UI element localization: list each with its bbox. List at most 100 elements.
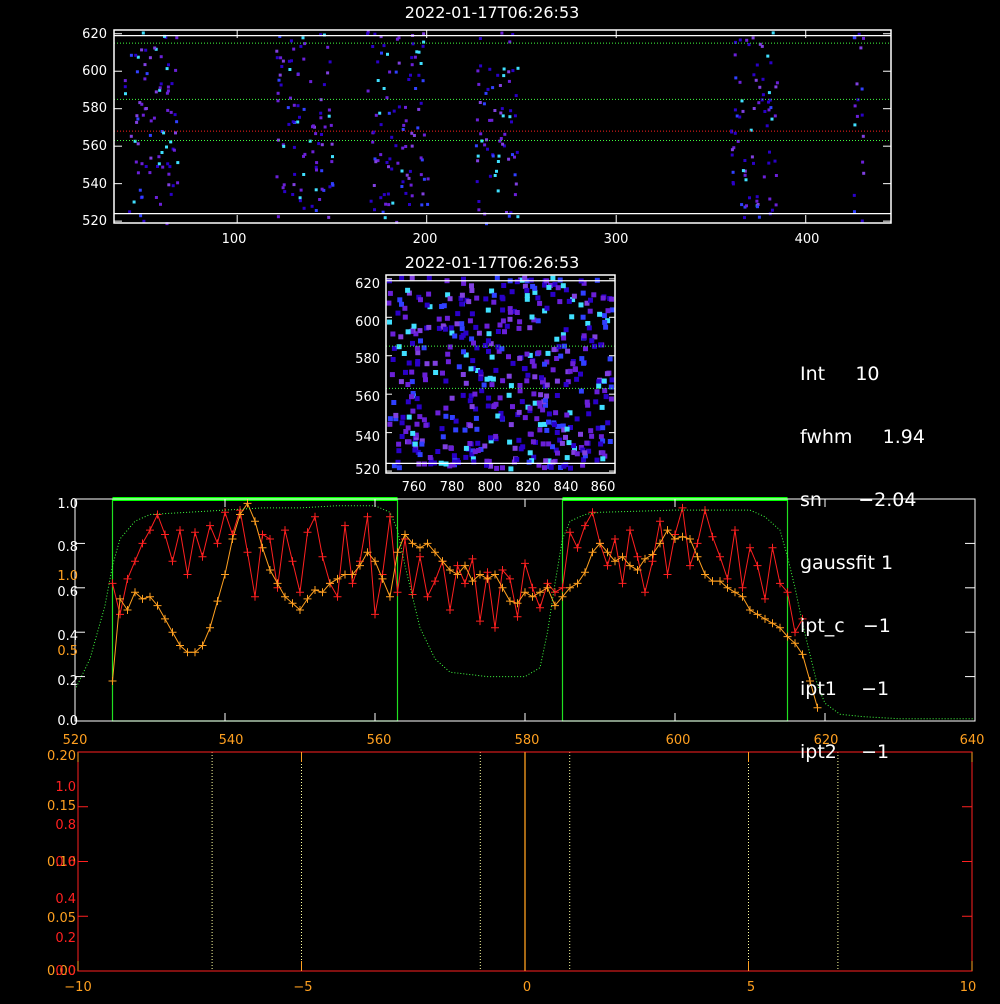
top-image-pixel: [510, 120, 513, 124]
mid-image-pixel: [444, 315, 450, 321]
top-image-pixel: [731, 170, 735, 174]
mid-image-pixel: [603, 394, 609, 400]
top-image-pixel: [861, 160, 865, 164]
mid-image-pixel: [424, 302, 430, 308]
mid-x-tick-label: 860: [591, 480, 616, 495]
top-image-pixel: [503, 132, 507, 136]
stat-row-ipt1: ipt1 −1: [800, 679, 925, 700]
stat-value: 1.94: [882, 426, 925, 448]
top-image-pixel: [161, 165, 165, 169]
top-image-pixel: [733, 131, 737, 135]
top-image-pixel: [422, 32, 426, 36]
stat-label: ipt_c: [800, 615, 845, 637]
top-image-pixel: [279, 83, 283, 87]
mid-image-pixel: [483, 296, 489, 302]
mid-image-pixel: [546, 419, 551, 425]
top-y-tick-label: 620: [82, 27, 107, 42]
top-image-pixel: [516, 66, 520, 70]
mid-y-tick-label: 580: [355, 352, 380, 367]
top-image-pixel: [862, 171, 866, 175]
bottom-y-tick-label-red: 0.0: [55, 964, 76, 979]
top-image-pixel: [740, 203, 744, 207]
mid-image-pixel: [461, 280, 467, 286]
mid-image-pixel: [550, 291, 556, 297]
mid-image-pixel: [488, 435, 493, 441]
top-image-pixel: [741, 109, 745, 113]
mid-image-pixel: [485, 307, 491, 313]
mid-image-pixel: [410, 340, 415, 346]
mid-image-pixel: [514, 310, 520, 315]
top-image-pixel: [159, 55, 163, 59]
top-image-pixel: [282, 144, 286, 148]
top-image-pixel: [293, 172, 297, 176]
top-image-pixel: [387, 111, 391, 115]
mid-image-pixel: [508, 466, 514, 472]
top-image-pixel: [314, 209, 318, 212]
mid-image-pixel: [517, 319, 523, 325]
top-image-pixel: [176, 181, 180, 185]
top-image-pixel: [314, 132, 318, 136]
profile-x-tick-label: 640: [960, 733, 985, 748]
mid-image-pixel: [405, 399, 411, 405]
top-image-pixel: [401, 146, 405, 150]
top-image-pixel: [477, 208, 481, 212]
top-image-pixel: [143, 77, 147, 81]
mid-image-pixel: [605, 308, 611, 314]
mid-image-pixel: [415, 350, 421, 356]
mid-image-pixel: [566, 298, 572, 304]
mid-image-pixel: [527, 325, 533, 331]
mid-image-pixel: [473, 415, 479, 421]
top-image-pixel: [382, 193, 386, 197]
mid-image-pixel: [485, 338, 491, 344]
mid-image-pixel: [387, 421, 393, 427]
top-image-title: 2022-01-17T06:26:53: [405, 3, 580, 22]
mid-image-pixel: [481, 382, 487, 388]
mid-image-pixel: [572, 367, 578, 373]
mid-image-pixel: [564, 412, 570, 418]
top-image-pixel: [281, 186, 285, 190]
mid-image-pixel: [522, 366, 528, 372]
mid-image-pixel: [500, 296, 506, 302]
top-image-pixel: [852, 36, 856, 40]
mid-image-pixel: [414, 396, 420, 402]
stat-row-sn: sn −2.04: [800, 490, 925, 511]
mid-image-pixel: [405, 287, 411, 293]
mid-image-pixel: [585, 321, 591, 326]
top-image-pixel: [752, 161, 755, 165]
top-image-pixel: [371, 45, 375, 48]
top-image-pixel: [761, 77, 765, 81]
top-image-pixel: [162, 131, 166, 135]
top-image-pixel: [493, 174, 497, 177]
bottom-x-tick-label: −10: [64, 980, 91, 995]
top-image-pixel: [478, 101, 482, 104]
top-image-pixel: [383, 216, 387, 220]
top-image-pixel: [136, 171, 140, 175]
top-image-pixel: [421, 192, 425, 196]
top-image-pixel: [768, 197, 772, 201]
top-image-pixel: [751, 36, 755, 40]
mid-image-pixel: [435, 449, 441, 454]
top-image-pixel: [475, 118, 479, 122]
top-image-pixel: [775, 81, 779, 85]
top-image-pixel: [507, 79, 511, 83]
top-image-pixel: [477, 200, 481, 203]
profile-y-tick-label-orange: 1.0: [57, 569, 78, 584]
top-image-pixel: [141, 113, 145, 117]
mid-image-pixel: [416, 461, 422, 467]
mid-image-pixel: [472, 391, 478, 397]
top-image-pixel: [314, 165, 318, 169]
mid-image-pixel: [528, 277, 534, 283]
top-image-pixel: [740, 99, 744, 103]
mid-image-pixel: [544, 427, 550, 433]
mid-image-pixel: [537, 300, 543, 306]
mid-image-pixel: [529, 314, 535, 320]
mid-image-pixel: [559, 440, 565, 446]
top-image-pixel: [731, 182, 735, 186]
mid-image-pixel: [601, 378, 607, 384]
top-image-pixel: [379, 153, 383, 157]
top-image-pixel: [768, 150, 771, 154]
top-image-pixel: [170, 82, 174, 86]
mid-image-pixel: [499, 346, 505, 352]
top-image-pixel: [745, 204, 748, 208]
top-y-tick-label: 600: [82, 64, 107, 79]
